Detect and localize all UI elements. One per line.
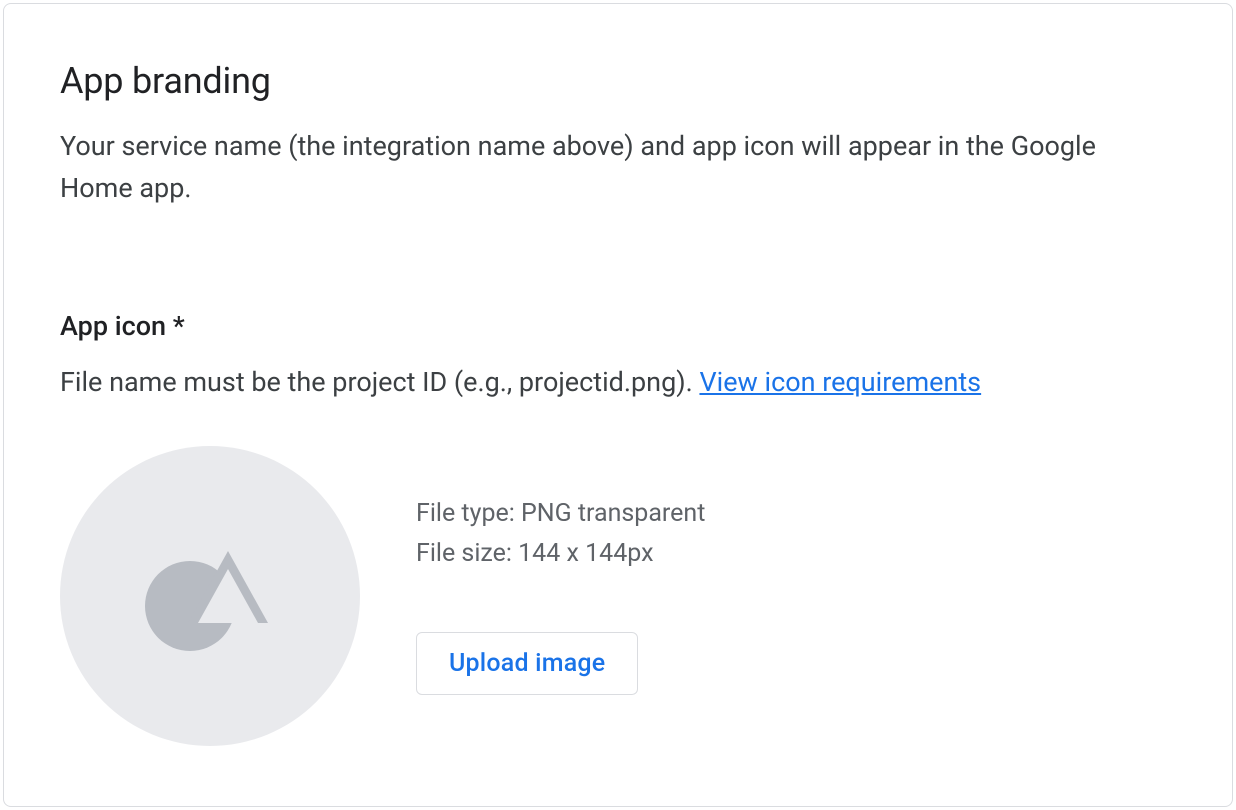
file-type-label: File type: PNG transparent (416, 496, 705, 532)
upload-image-button[interactable]: Upload image (416, 632, 638, 695)
app-icon-section-title: App icon * (60, 310, 1176, 342)
image-placeholder-icon (140, 541, 280, 651)
file-size-label: File size: 144 x 144px (416, 536, 705, 572)
help-text: File name must be the project ID (e.g., … (60, 366, 699, 398)
card-title: App branding (60, 60, 1176, 102)
view-icon-requirements-link[interactable]: View icon requirements (699, 366, 981, 398)
upload-details: File type: PNG transparent File size: 14… (416, 496, 705, 696)
icon-placeholder (60, 446, 360, 746)
card-description: Your service name (the integration name … (60, 126, 1120, 210)
app-branding-card: App branding Your service name (the inte… (3, 3, 1233, 807)
upload-row: File type: PNG transparent File size: 14… (60, 446, 1176, 746)
app-icon-help-text: File name must be the project ID (e.g., … (60, 366, 1176, 398)
